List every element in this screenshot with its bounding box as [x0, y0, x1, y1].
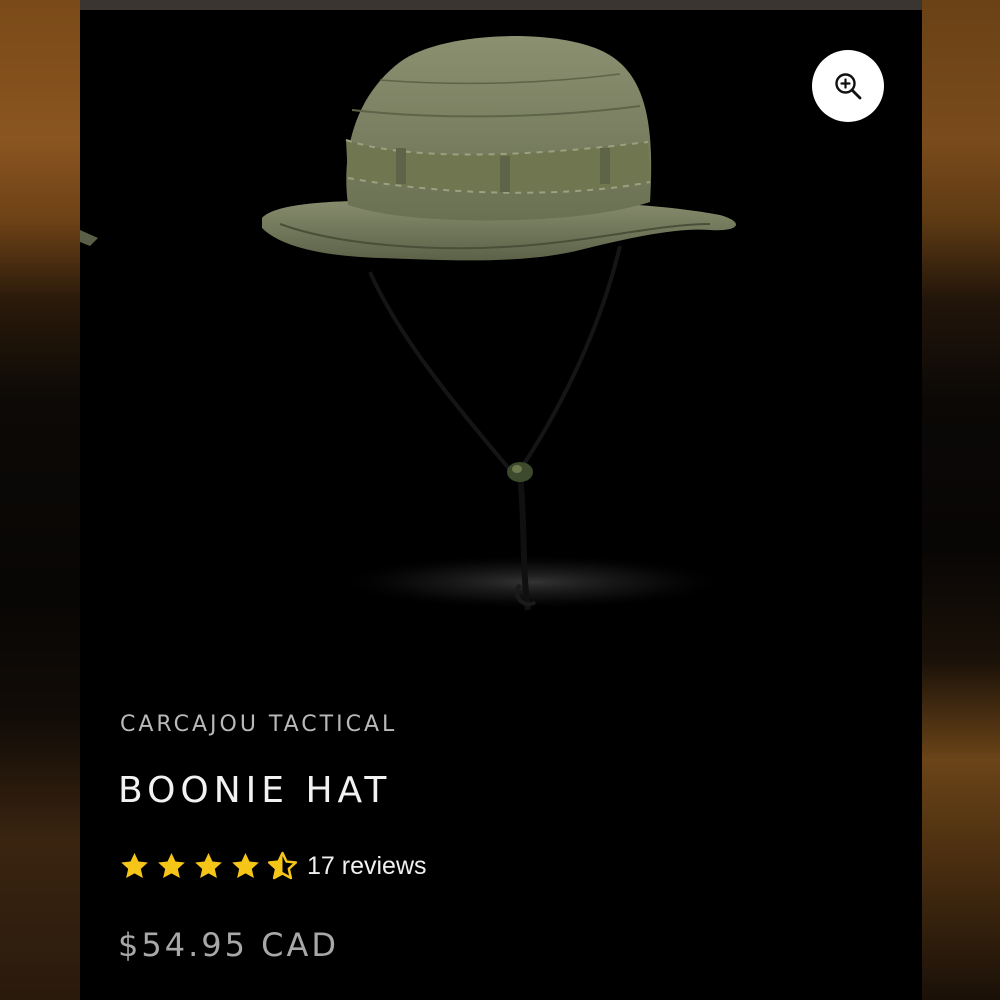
star-full-icon	[118, 850, 151, 883]
product-image[interactable]	[80, 10, 922, 690]
star-half-icon	[266, 850, 299, 883]
star-full-icon	[229, 850, 262, 883]
product-vendor[interactable]: CARCAJOU TACTICAL	[120, 712, 397, 737]
product-title: BOONIE HAT	[118, 770, 392, 811]
product-price: $54.95 CAD	[118, 926, 340, 964]
star-full-icon	[192, 850, 225, 883]
blurred-left-band	[0, 0, 80, 1000]
screenshot-frame: CARCAJOU TACTICAL BOONIE HAT 17 reviews …	[0, 0, 1000, 1000]
star-full-icon	[155, 850, 188, 883]
zoom-button[interactable]	[812, 50, 884, 122]
review-count[interactable]: 17 reviews	[307, 852, 427, 881]
product-page: CARCAJOU TACTICAL BOONIE HAT 17 reviews …	[80, 10, 922, 1000]
top-edge-bar	[80, 0, 922, 10]
zoom-in-icon	[835, 73, 862, 100]
rating-summary[interactable]: 17 reviews	[118, 850, 427, 883]
boonie-hat-illustration	[80, 36, 737, 611]
blurred-right-band	[922, 0, 1000, 1000]
